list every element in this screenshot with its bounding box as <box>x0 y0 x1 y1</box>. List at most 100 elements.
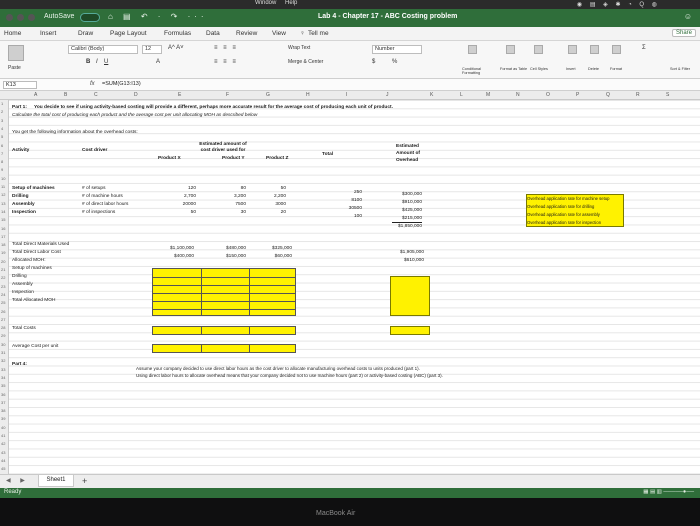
share-button[interactable]: Share <box>671 29 696 37</box>
row-header[interactable]: 40 <box>1 425 5 431</box>
total-costs-input[interactable] <box>152 326 296 335</box>
row-header[interactable]: 1 <box>1 101 3 107</box>
row-header[interactable]: 39 <box>1 416 5 422</box>
row-header[interactable]: 37 <box>1 400 5 406</box>
tab-review[interactable]: Review <box>236 30 257 37</box>
worksheet-grid[interactable]: 1 2 3 4 5 6 7 8 9 10 11 12 13 14 15 16 17 18 19 20 21 22 23 24 2… <box>0 100 700 474</box>
delete-cells-icon[interactable] <box>590 45 599 54</box>
row-header[interactable]: 18 <box>1 242 5 248</box>
bold-icon[interactable]: B <box>86 59 90 65</box>
column-header[interactable]: B <box>64 92 67 98</box>
tab-view[interactable]: View <box>272 30 286 37</box>
column-header[interactable]: O <box>546 92 550 98</box>
row-header[interactable]: 9 <box>1 167 3 173</box>
row-header[interactable]: 4 <box>1 126 3 132</box>
conditional-formatting-icon[interactable] <box>468 45 477 54</box>
row-header[interactable]: 44 <box>1 458 5 464</box>
row-header[interactable]: 12 <box>1 192 5 198</box>
row-header[interactable]: 8 <box>1 159 3 165</box>
column-header[interactable]: N <box>516 92 520 98</box>
zoom-window-icon[interactable] <box>28 14 35 21</box>
number-format-select[interactable]: Number <box>372 45 422 54</box>
column-header[interactable]: F <box>226 92 229 98</box>
row-header[interactable]: 23 <box>1 284 5 290</box>
align-left-icon[interactable]: ≡ ≡ ≡ <box>214 59 238 65</box>
allocation-input-grid[interactable] <box>152 268 296 316</box>
total-costs-total-input[interactable] <box>390 326 430 335</box>
row-header[interactable]: 30 <box>1 342 5 348</box>
autosum-icon[interactable]: Σ <box>642 45 646 51</box>
font-color-icon[interactable]: A <box>156 59 160 65</box>
row-header[interactable]: 26 <box>1 309 5 315</box>
tell-me-field[interactable]: Tell me <box>308 30 329 37</box>
row-header[interactable]: 10 <box>1 176 5 182</box>
font-name-select[interactable]: Calibri (Body) <box>68 45 138 54</box>
column-header[interactable]: J <box>386 92 389 98</box>
row-header[interactable]: 21 <box>1 267 5 273</box>
row-header[interactable]: 6 <box>1 143 3 149</box>
row-header[interactable]: 15 <box>1 217 5 223</box>
row-header[interactable]: 31 <box>1 350 5 356</box>
row-header[interactable]: 19 <box>1 250 5 256</box>
row-header[interactable]: 2 <box>1 109 3 115</box>
add-sheet-icon[interactable]: + <box>82 476 87 486</box>
tab-insert[interactable]: Insert <box>40 30 56 37</box>
tab-home[interactable]: Home <box>4 30 21 37</box>
tab-formulas[interactable]: Formulas <box>164 30 191 37</box>
row-header[interactable]: 35 <box>1 383 5 389</box>
autosave-toggle[interactable] <box>80 13 100 22</box>
row-header[interactable]: 25 <box>1 300 5 306</box>
tab-draw[interactable]: Draw <box>78 30 93 37</box>
row-header[interactable]: 22 <box>1 275 5 281</box>
sheet-tab[interactable]: Sheet1 <box>38 475 74 487</box>
insert-cells-icon[interactable] <box>568 45 577 54</box>
row-header[interactable]: 16 <box>1 226 5 232</box>
column-header[interactable]: P <box>576 92 579 98</box>
row-header[interactable]: 28 <box>1 325 5 331</box>
grow-shrink-font-icon[interactable]: A^ A˅ <box>168 45 184 51</box>
sheet-nav-arrows[interactable]: ◀ ▶ <box>6 477 29 484</box>
row-header[interactable]: 33 <box>1 367 5 373</box>
formula-input[interactable]: =SUM(G13:I13) <box>102 81 141 87</box>
row-header[interactable]: 43 <box>1 450 5 456</box>
row-header[interactable]: 24 <box>1 292 5 298</box>
row-header[interactable]: 45 <box>1 466 5 472</box>
column-header[interactable]: K <box>430 92 433 98</box>
row-header[interactable]: 20 <box>1 259 5 265</box>
row-header[interactable]: 42 <box>1 441 5 447</box>
column-header[interactable]: Q <box>606 92 610 98</box>
paste-icon[interactable] <box>8 45 24 61</box>
row-header[interactable]: 32 <box>1 358 5 364</box>
menu-help[interactable]: Help <box>285 0 297 6</box>
column-header[interactable]: G <box>266 92 270 98</box>
minimize-window-icon[interactable] <box>17 14 24 21</box>
tab-data[interactable]: Data <box>206 30 220 37</box>
column-header[interactable]: D <box>134 92 138 98</box>
italic-icon[interactable]: I <box>96 59 98 65</box>
column-header[interactable]: R <box>636 92 640 98</box>
tab-page-layout[interactable]: Page Layout <box>110 30 147 37</box>
row-header[interactable]: 17 <box>1 234 5 240</box>
row-header[interactable]: 34 <box>1 375 5 381</box>
format-cells-icon[interactable] <box>612 45 621 54</box>
align-top-icon[interactable]: ≡ ≡ ≡ <box>214 45 238 51</box>
view-buttons[interactable]: ▦ ▤ ▥ ─────●── <box>643 489 694 495</box>
column-header[interactable]: H <box>306 92 310 98</box>
total-allocation-input[interactable] <box>390 276 430 316</box>
sort-filter-label[interactable]: Sort & Filter <box>670 67 690 71</box>
column-header[interactable]: I <box>346 92 347 98</box>
feedback-icon[interactable]: ☺ <box>684 12 692 21</box>
font-size-select[interactable]: 12 <box>142 45 162 54</box>
fx-icon[interactable]: fx <box>90 81 95 87</box>
percent-icon[interactable]: % <box>392 59 397 65</box>
wrap-text-button[interactable]: Wrap Text <box>288 45 310 51</box>
column-header[interactable]: L <box>460 92 463 98</box>
format-table-icon[interactable] <box>506 45 515 54</box>
row-header[interactable]: 29 <box>1 333 5 339</box>
row-header[interactable]: 5 <box>1 134 3 140</box>
row-header[interactable]: 3 <box>1 118 3 124</box>
avg-cost-input[interactable] <box>152 344 296 353</box>
cell-styles-icon[interactable] <box>534 45 543 54</box>
close-window-icon[interactable] <box>6 14 13 21</box>
column-header[interactable]: S <box>666 92 669 98</box>
